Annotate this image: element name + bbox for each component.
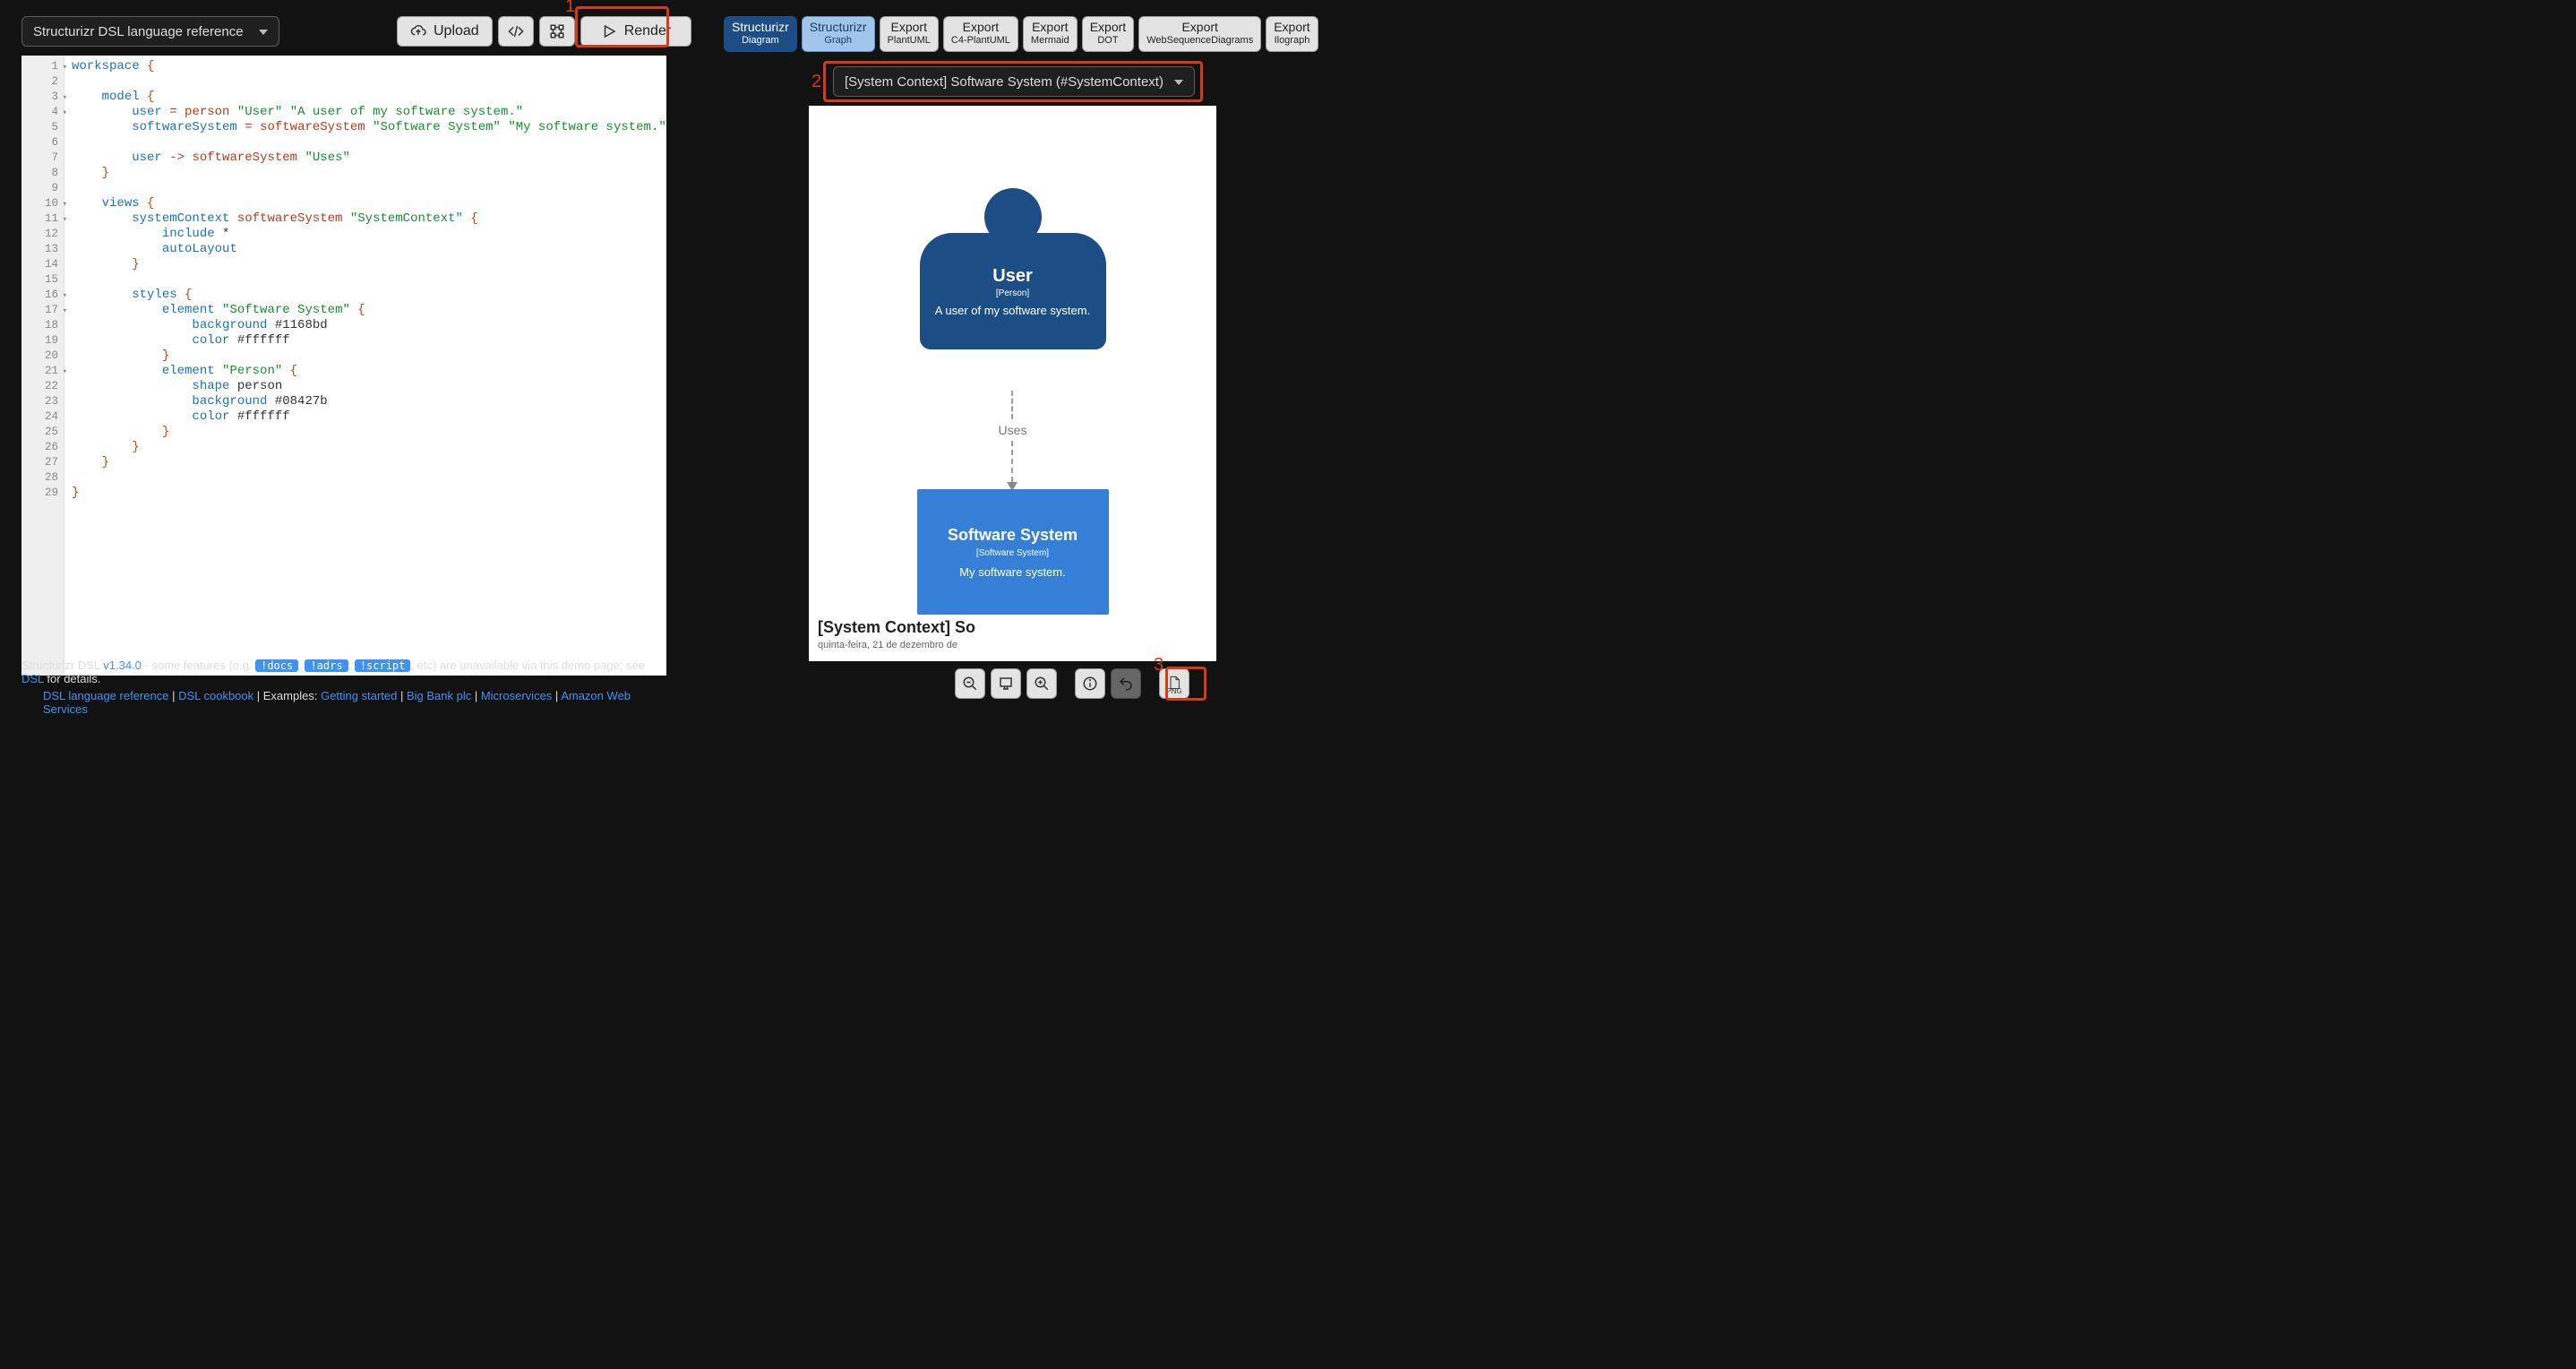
zoom-in-icon xyxy=(1034,676,1050,692)
undo-button xyxy=(1111,668,1141,699)
connection-label: Uses xyxy=(999,423,1027,437)
code-button[interactable] xyxy=(498,16,534,47)
tab-mermaid[interactable]: ExportMermaid xyxy=(1023,16,1078,52)
upload-button[interactable]: Upload xyxy=(397,16,493,47)
editor-code[interactable]: workspace { model { user = person "User"… xyxy=(64,56,666,676)
connection: Uses xyxy=(999,391,1027,491)
link-microservices[interactable]: Microservices xyxy=(481,689,552,702)
person-desc: A user of my software system. xyxy=(935,304,1090,317)
diagram-toolbar: PNG xyxy=(955,668,1189,699)
tab-c4plantuml[interactable]: ExportC4-PlantUML xyxy=(943,16,1018,52)
reference-select[interactable]: Structurizr DSL language reference xyxy=(21,16,279,47)
software-system-shape[interactable]: Software System [Software System] My sof… xyxy=(917,489,1109,615)
editor-gutter: 1234567891011121314151617181920212223242… xyxy=(21,56,64,676)
person-name: User xyxy=(992,266,1032,287)
sys-desc: My software system. xyxy=(959,565,1065,579)
badge-docs: !docs xyxy=(255,659,298,672)
layout-icon xyxy=(549,23,565,39)
sys-type: [Software System] xyxy=(976,548,1049,558)
badge-adrs: !adrs xyxy=(305,659,348,672)
tab-graph[interactable]: StructurizrGraph xyxy=(802,16,875,52)
tab-dot[interactable]: ExportDOT xyxy=(1082,16,1134,52)
tab-ilograph[interactable]: ExportIlograph xyxy=(1266,16,1318,52)
sys-name: Software System xyxy=(948,526,1078,545)
zoom-in-button[interactable] xyxy=(1026,668,1057,699)
tab-diagram[interactable]: StructurizrDiagram xyxy=(724,16,797,52)
zoom-out-button[interactable] xyxy=(955,668,985,699)
view-select[interactable]: [System Context] Software System (#Syste… xyxy=(833,66,1195,97)
upload-icon xyxy=(410,23,426,39)
zoom-out-icon xyxy=(962,676,978,692)
person-type: [Person] xyxy=(996,288,1029,298)
footer-dsl-link[interactable]: DSL xyxy=(21,672,44,685)
footer-version[interactable]: v1.34.0 xyxy=(103,659,142,672)
presentation-icon xyxy=(998,676,1014,692)
diagram-canvas[interactable]: User [Person] A user of my software syst… xyxy=(809,106,1216,661)
diagram-caption: [System Context] So quinta-feira, 21 de … xyxy=(818,618,979,654)
link-dsl-reference[interactable]: DSL language reference xyxy=(43,689,168,702)
presentation-button[interactable] xyxy=(991,668,1021,699)
render-label: Render xyxy=(624,23,671,39)
person-shape[interactable]: User [Person] A user of my software syst… xyxy=(920,188,1106,349)
badge-script: !script xyxy=(355,659,411,672)
code-icon xyxy=(508,23,524,39)
layout-button[interactable] xyxy=(539,16,575,47)
code-editor[interactable]: 1234567891011121314151617181920212223242… xyxy=(21,56,666,676)
info-icon xyxy=(1082,676,1098,692)
png-label: PNG xyxy=(1166,687,1181,695)
link-getting-started[interactable]: Getting started xyxy=(321,689,397,702)
info-button[interactable] xyxy=(1075,668,1105,699)
export-tabs: StructurizrDiagramStructurizrGraphExport… xyxy=(724,16,1318,52)
tab-plantuml[interactable]: ExportPlantUML xyxy=(880,16,939,52)
export-png-button[interactable]: PNG xyxy=(1159,668,1189,699)
link-dsl-cookbook[interactable]: DSL cookbook xyxy=(178,689,253,702)
play-icon xyxy=(601,23,617,39)
footer: Structurizr DSL v1.34.0 - some features … xyxy=(21,659,666,716)
render-button[interactable]: Render xyxy=(580,16,691,47)
upload-label: Upload xyxy=(434,23,479,39)
undo-icon xyxy=(1118,676,1134,692)
tab-websequencediagrams[interactable]: ExportWebSequenceDiagrams xyxy=(1138,16,1261,52)
reference-select-label: Structurizr DSL language reference xyxy=(33,24,244,39)
view-select-label: [System Context] Software System (#Syste… xyxy=(845,74,1163,90)
link-bigbank[interactable]: Big Bank plc xyxy=(407,689,471,702)
footer-prefix: Structurizr DSL xyxy=(21,659,103,672)
